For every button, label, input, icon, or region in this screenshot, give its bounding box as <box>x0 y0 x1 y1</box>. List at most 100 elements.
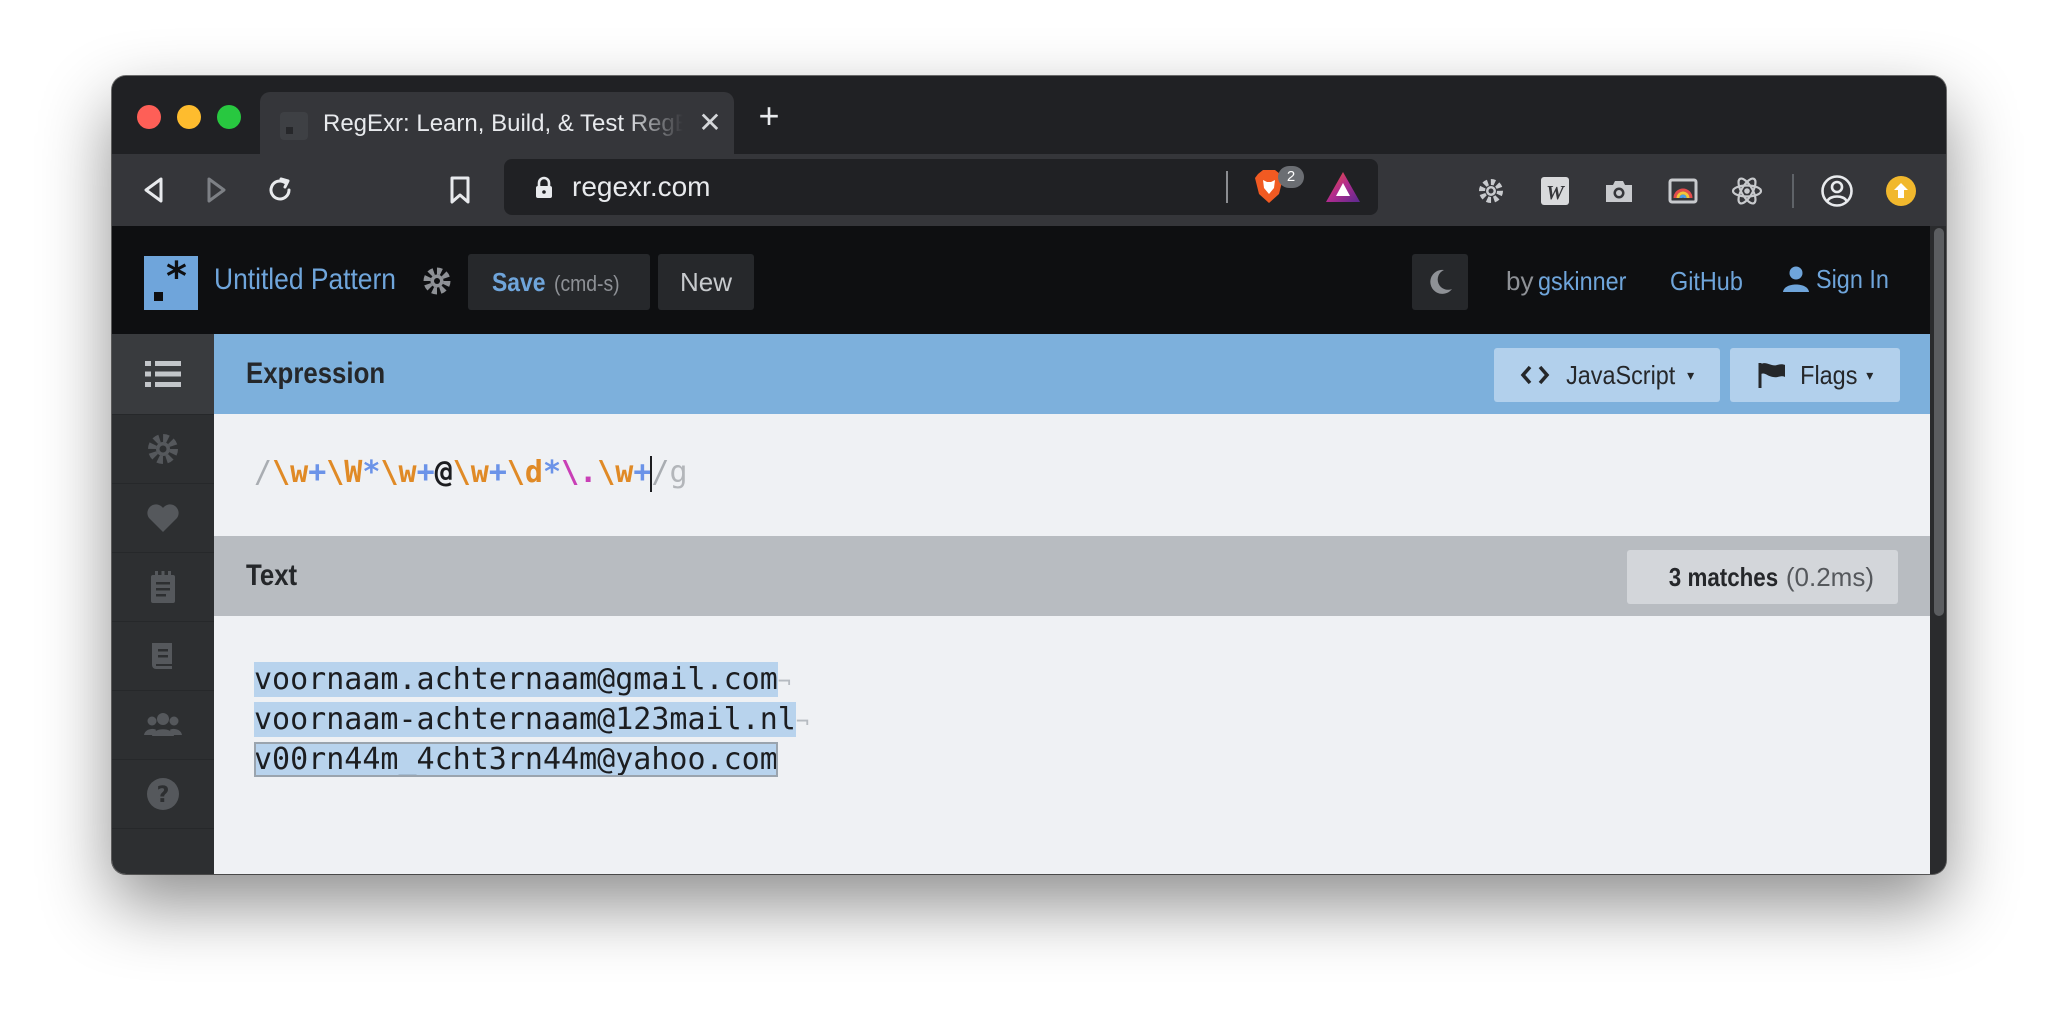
regex-close-delimiter: / <box>651 455 670 490</box>
window-close-button[interactable] <box>137 105 161 129</box>
browser-window: RegExr: Learn, Build, & Test RegEx ✕ + W <box>112 76 1946 874</box>
sidebar-item-cheatsheet[interactable] <box>112 553 214 622</box>
w-extension-icon: W <box>1541 177 1569 205</box>
new-tab-button[interactable]: + <box>752 98 786 134</box>
gear-icon <box>1479 179 1503 203</box>
by-label: by <box>1506 266 1534 296</box>
regex-token: + <box>308 455 327 490</box>
author-link[interactable]: gskinner <box>1538 266 1626 296</box>
screenshot-extension-button[interactable] <box>1602 174 1636 208</box>
extension-settings-button[interactable] <box>1474 174 1508 208</box>
text-line[interactable]: voornaam.achternaam@gmail.com¬ <box>254 660 809 700</box>
window-maximize-button[interactable] <box>217 105 241 129</box>
address-bar[interactable]: regexr.com 2 <box>504 159 1378 215</box>
svg-text:W: W <box>1546 182 1565 204</box>
code-brackets-icon <box>1520 365 1550 385</box>
regex-flags[interactable]: g <box>669 455 687 490</box>
flags-button[interactable]: Flags ▾ <box>1730 348 1900 402</box>
regex-open-delimiter: / <box>254 455 273 490</box>
svg-text:?: ? <box>157 783 170 808</box>
regex-expression[interactable]: /\w+\W*\w+@\w+\d*\.\w+/g <box>254 452 688 494</box>
regexr-favicon-icon <box>280 112 308 140</box>
address-divider <box>1226 171 1228 203</box>
match-highlight[interactable]: v00rn44m_4cht3rn44m@yahoo.com <box>254 742 778 777</box>
window-minimize-button[interactable] <box>177 105 201 129</box>
expression-title: Expression <box>246 357 386 390</box>
flag-icon <box>1758 363 1785 388</box>
test-text-lines[interactable]: voornaam.achternaam@gmail.com¬ voornaam-a… <box>254 660 809 780</box>
match-count: 3 matches <box>1668 561 1778 592</box>
regex-token: \w <box>597 455 634 490</box>
community-users-icon <box>144 713 182 736</box>
regex-token: \W <box>326 455 363 490</box>
github-link[interactable]: GitHub <box>1670 266 1743 296</box>
browser-tab[interactable]: RegExr: Learn, Build, & Test RegEx ✕ <box>260 92 734 154</box>
text-line[interactable]: v00rn44m_4cht3rn44m@yahoo.com <box>254 740 809 780</box>
text-line[interactable]: voornaam-achternaam@123mail.nl¬ <box>254 700 809 740</box>
sidebar-item-menu[interactable] <box>112 334 214 415</box>
sidebar-item-favorites[interactable] <box>112 484 214 553</box>
heart-icon <box>147 504 179 532</box>
sidebar: ? <box>112 334 214 874</box>
flavor-caret-icon: ▾ <box>1687 366 1695 383</box>
expression-editor[interactable]: /\w+\W*\w+@\w+\d*\.\w+/g <box>214 414 1930 536</box>
regex-tokens: \w+\W*\w+@\w+\d*\.\w+ <box>272 455 651 490</box>
sidebar-item-community[interactable] <box>112 691 214 760</box>
back-button[interactable] <box>136 172 172 208</box>
sidebar-item-reference[interactable] <box>112 622 214 691</box>
regexr-page: * Untitled Pattern Save (cmd-s) New by g… <box>112 226 1930 874</box>
menu-list-icon <box>145 361 181 387</box>
reload-button[interactable] <box>262 172 298 208</box>
match-highlight[interactable]: voornaam.achternaam@gmail.com <box>254 662 778 697</box>
pattern-settings-gear-icon[interactable] <box>420 264 454 298</box>
tab-close-icon[interactable]: ✕ <box>694 108 726 140</box>
newline-marker: ¬ <box>777 670 792 695</box>
sign-in-link[interactable]: Sign In <box>1782 264 1897 294</box>
forward-button[interactable] <box>198 172 234 208</box>
sidebar-item-settings[interactable] <box>112 415 214 484</box>
user-icon <box>1783 266 1809 292</box>
lock-icon <box>536 176 552 198</box>
flags-caret-icon: ▾ <box>1866 366 1874 383</box>
regex-token: \w <box>452 455 489 490</box>
match-highlight[interactable]: voornaam-achternaam@123mail.nl <box>254 702 796 737</box>
bookmark-icon <box>450 176 470 204</box>
match-count-badge[interactable]: 3 matches (0.2ms) <box>1626 550 1898 604</box>
regex-token: @ <box>434 455 453 490</box>
bookmark-button[interactable] <box>442 172 478 208</box>
text-header: Text 3 matches (0.2ms) <box>214 536 1930 616</box>
expression-header: Expression JavaScript ▾ Flags ▾ <box>214 334 1930 414</box>
new-button[interactable]: New <box>658 254 754 310</box>
react-devtools-button[interactable] <box>1730 174 1764 208</box>
extension-w-button[interactable]: W <box>1538 174 1572 208</box>
regex-token: + <box>416 455 435 490</box>
toolbar-divider <box>1792 174 1794 208</box>
theme-toggle-button[interactable] <box>1412 254 1468 310</box>
shield-count-badge: 2 <box>1278 166 1304 188</box>
title-bar: RegExr: Learn, Build, & Test RegEx ✕ + <box>112 76 1946 154</box>
save-label: Save <box>492 267 546 297</box>
sidebar-item-help[interactable]: ? <box>112 760 214 829</box>
update-button[interactable] <box>1884 174 1918 208</box>
account-icon <box>1821 175 1853 207</box>
regex-token: \w <box>272 455 309 490</box>
regex-token: \w <box>380 455 417 490</box>
save-button[interactable]: Save (cmd-s) <box>468 254 650 310</box>
rainbow-window-icon <box>1668 178 1698 204</box>
react-atom-icon <box>1731 177 1763 205</box>
moon-icon <box>1430 269 1452 294</box>
text-title: Text <box>246 559 298 592</box>
flavor-javascript-button[interactable]: JavaScript ▾ <box>1494 348 1720 402</box>
color-extension-button[interactable] <box>1666 174 1700 208</box>
brave-rewards-icon[interactable] <box>1324 169 1362 205</box>
test-text-editor[interactable]: voornaam.achternaam@gmail.com¬ voornaam-a… <box>214 616 1930 874</box>
back-arrow-icon <box>144 177 163 203</box>
pattern-name[interactable]: Untitled Pattern <box>214 260 396 300</box>
profile-button[interactable] <box>1820 174 1854 208</box>
url-text[interactable]: regexr.com <box>572 171 711 203</box>
page-scrollbar-thumb[interactable] <box>1934 228 1944 616</box>
newline-marker: ¬ <box>795 710 810 735</box>
flavor-label: JavaScript <box>1565 359 1676 390</box>
regexr-logo-icon[interactable]: * <box>144 254 198 310</box>
regex-token: \d <box>506 455 543 490</box>
